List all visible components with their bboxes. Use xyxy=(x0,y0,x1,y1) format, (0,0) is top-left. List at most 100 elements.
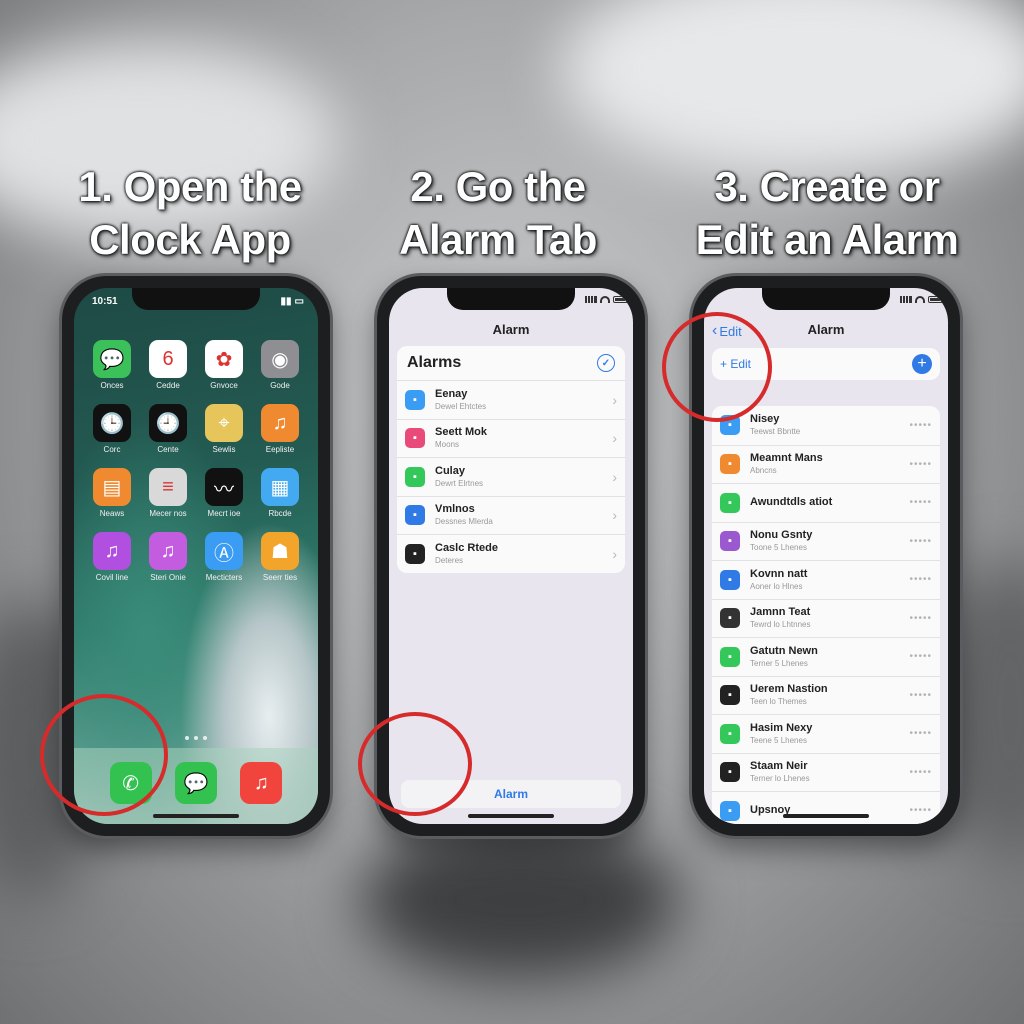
app-label: Corc xyxy=(103,445,121,454)
more-icon[interactable]: ••••• xyxy=(909,767,932,778)
step-1-title: 1. Open the Clock App xyxy=(78,163,302,263)
row-title: Nisey xyxy=(750,413,780,426)
app-label: Covil line xyxy=(95,573,129,582)
battery-icon: ▭ xyxy=(294,296,304,307)
more-icon[interactable]: ••••• xyxy=(909,536,932,547)
clock-check-icon[interactable]: ✓ xyxy=(597,354,615,372)
list-item[interactable]: ▪ Culay Dewrt Elrtnes › xyxy=(397,457,625,496)
highlight-phone-app xyxy=(40,694,168,816)
app-11[interactable]: ▦ Rbcde xyxy=(252,468,308,518)
row-subtitle: Dewrt Elrtnes xyxy=(435,478,484,488)
row-subtitle: Dessnes Mlerda xyxy=(435,517,493,527)
app-label: Sewlis xyxy=(212,445,236,454)
photos-icon: ✿ xyxy=(205,340,243,378)
app-15[interactable]: ☗ Seerr ties xyxy=(252,532,308,582)
app-8[interactable]: ▤ Neaws xyxy=(84,468,140,518)
list-item[interactable]: ▪ Eenay Dewel Ehtctes › xyxy=(397,380,625,419)
wifi-icon xyxy=(915,296,925,303)
app-label: Rbcde xyxy=(268,509,292,518)
app-label: Cedde xyxy=(156,381,180,390)
list-item[interactable]: ▪ Seett Mok Moons › xyxy=(397,418,625,458)
nav-title: Alarm xyxy=(492,322,530,337)
more-icon[interactable]: ••••• xyxy=(909,459,932,470)
app-label: Onces xyxy=(100,381,124,390)
app-label: Steri Onie xyxy=(150,573,186,582)
row-title: Uerem Nastion xyxy=(750,683,828,696)
status-bar xyxy=(900,296,944,303)
row-title: Kovnn natt xyxy=(750,567,808,580)
camera-icon: ◉ xyxy=(261,340,299,378)
list-item[interactable]: ▪ Vmlnos Dessnes Mlerda › xyxy=(397,495,625,535)
row-title: Hasim Nexy xyxy=(750,721,813,734)
list-item[interactable]: ▪ Upsnoy ••••• xyxy=(712,791,940,824)
notch xyxy=(447,288,575,310)
notch xyxy=(762,288,890,310)
list-item[interactable]: ▪ Kovnn natt Aoner lo Hlnes ••••• xyxy=(712,560,940,599)
news-icon: ▪ xyxy=(720,454,740,475)
more-icon[interactable]: ••••• xyxy=(909,497,932,508)
list-item[interactable]: ▪ Jamnn Teat Tewrd lo Lhtnnes ••••• xyxy=(712,598,940,638)
app-9[interactable]: ≡ Mecer nos xyxy=(140,468,196,518)
appstore-icon: ▪ xyxy=(720,569,740,590)
row-title: Nonu Gsnty xyxy=(750,529,813,542)
list-item[interactable]: ▪ Nonu Gsnty Toone 5 Lhenes ••••• xyxy=(712,521,940,561)
music-icon[interactable]: ♫ xyxy=(240,762,283,804)
app-7[interactable]: ♫ Eepliste xyxy=(252,404,308,454)
music-icon: ♫ xyxy=(261,404,299,442)
step-3-title: 3. Create or Edit an Alarm xyxy=(695,163,959,263)
more-icon[interactable]: ••••• xyxy=(909,690,932,701)
app-10[interactable]: 〰 Mecrt ioe xyxy=(196,468,252,518)
app-12[interactable]: ♫ Covil line xyxy=(84,532,140,582)
list-item[interactable]: ▪ Caslc Rtede Deteres › xyxy=(397,534,625,573)
row-title: Staam Neir xyxy=(750,760,808,773)
app-14[interactable]: Ⓐ Mecticters xyxy=(196,532,252,582)
itunes-icon: ♫ xyxy=(93,532,131,570)
mail-icon: ▪ xyxy=(720,762,740,783)
app-13[interactable]: ♫ Steri Onie xyxy=(140,532,196,582)
app-3[interactable]: ◉ Gode xyxy=(252,340,308,390)
app-0[interactable]: 💬 Onces xyxy=(84,340,140,390)
wifi-icon xyxy=(600,296,610,303)
list-item[interactable]: ▪ Gatutn Newn Terner 5 Lhenes ••••• xyxy=(712,637,940,676)
clock-icon: ▪ xyxy=(720,685,740,706)
messages-icon[interactable]: 💬 xyxy=(174,762,217,804)
list-item[interactable]: ▪ Uerem Nastion Teen lo Themes ••••• xyxy=(712,675,940,715)
app-label: Eepliste xyxy=(265,445,295,454)
row-subtitle: Teewst Bbntte xyxy=(750,427,801,437)
list-item[interactable]: ▪ Awundtdls atiot ••••• xyxy=(712,483,940,522)
status-time: 10:51 xyxy=(92,296,118,307)
app-4[interactable]: 🕒 Corc xyxy=(84,404,140,454)
app-5[interactable]: 🕘 Cente xyxy=(140,404,196,454)
music-icon: ♫ xyxy=(149,532,187,570)
row-subtitle: Dewel Ehtctes xyxy=(435,401,487,411)
app-2[interactable]: ✿ Gnvoce xyxy=(196,340,252,390)
app-label: Gode xyxy=(270,381,290,390)
list-item[interactable]: ▪ Staam Neir Terner lo Lhenes ••••• xyxy=(712,752,940,792)
alarms-heading: Alarms xyxy=(407,354,462,371)
row-title: Vmlnos xyxy=(435,503,475,516)
list-item[interactable]: ▪ Meamnt Mans Abncns ••••• xyxy=(712,444,940,484)
more-icon[interactable]: ••••• xyxy=(909,651,932,662)
mail-icon: ▪ xyxy=(720,608,740,629)
app-grid: 💬 Onces 6 Cedde ✿ Gnvoce ◉ Gode 🕒 Corc 🕘 Cente ⌖ Sewl… xyxy=(84,340,308,582)
row-subtitle: Tewrd lo Lhtnnes xyxy=(750,620,811,630)
add-alarm-button[interactable]: + xyxy=(912,354,932,374)
highlight-edit-button xyxy=(662,312,772,422)
app-1[interactable]: 6 Cedde xyxy=(140,340,196,390)
message-icon: ▪ xyxy=(405,428,425,449)
messages-icon: 💬 xyxy=(93,340,131,378)
chevron-right-icon: › xyxy=(612,391,617,408)
more-icon[interactable]: ••••• xyxy=(909,728,932,739)
alarm-list: ▪ Nisey Teewst Bbntte ••••• ▪ Meamnt Mans Abnc… xyxy=(712,406,940,824)
signal-icon xyxy=(900,296,912,303)
more-icon[interactable]: ••••• xyxy=(909,574,932,585)
row-title: Meamnt Mans xyxy=(750,452,823,465)
more-icon[interactable]: ••••• xyxy=(909,613,932,624)
more-icon[interactable]: ••••• xyxy=(909,420,932,431)
more-icon[interactable]: ••••• xyxy=(909,805,932,816)
app-6[interactable]: ⌖ Sewlis xyxy=(196,404,252,454)
row-subtitle: Teen lo Themes xyxy=(750,697,807,707)
list-item[interactable]: ▪ Hasim Nexy Teene 5 Lhenes ••••• xyxy=(712,714,940,753)
stocks-icon: 〰 xyxy=(205,468,243,506)
podcast-icon: ▪ xyxy=(720,531,740,552)
